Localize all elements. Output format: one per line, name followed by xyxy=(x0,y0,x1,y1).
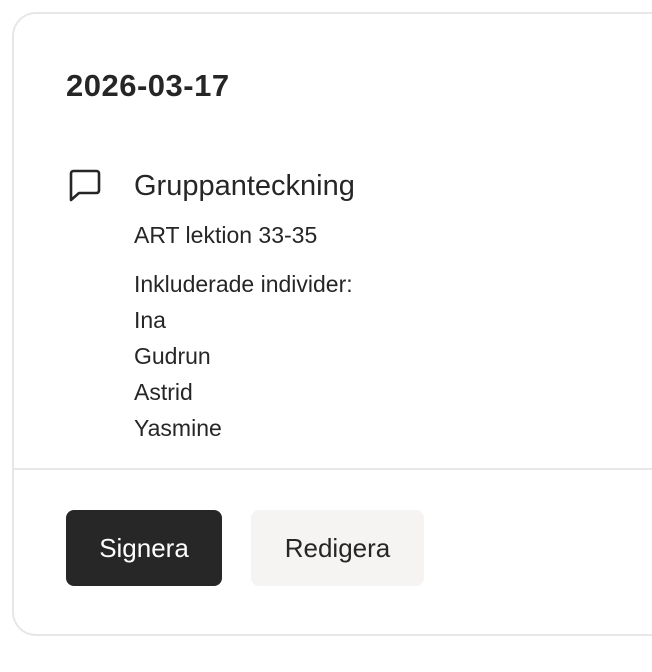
individual-name: Astrid xyxy=(134,379,193,405)
individual-name: Yasmine xyxy=(134,415,222,441)
chat-bubble-icon xyxy=(66,166,104,204)
individuals-list: Ina Gudrun Astrid Yasmine xyxy=(134,302,353,446)
note-title: Gruppanteckning xyxy=(134,170,355,202)
sign-button[interactable]: Signera xyxy=(66,510,222,586)
included-individuals-label: Inkluderade individer: xyxy=(134,271,353,297)
note-card: 2026-03-17 Gruppanteckning ART lektion 3… xyxy=(12,12,652,636)
individual-name: Ina xyxy=(134,307,166,333)
edit-button[interactable]: Redigera xyxy=(251,510,424,586)
included-individuals: Inkluderade individer: Ina Gudrun Astrid… xyxy=(134,266,353,446)
note-subtitle: ART lektion 33-35 xyxy=(134,222,318,248)
note-date: 2026-03-17 xyxy=(66,68,230,103)
divider xyxy=(14,468,652,470)
individual-name: Gudrun xyxy=(134,343,211,369)
